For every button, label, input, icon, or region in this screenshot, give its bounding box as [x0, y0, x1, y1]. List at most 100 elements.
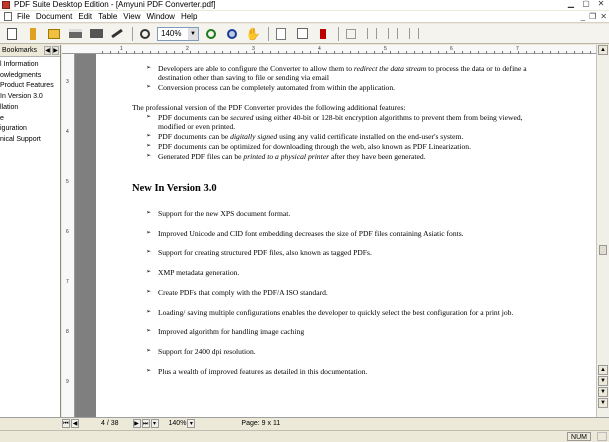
- zoom-tool-button[interactable]: [136, 26, 154, 42]
- print-button[interactable]: [66, 26, 84, 42]
- column-icon: [367, 28, 377, 39]
- scrollbar-thumb[interactable]: [599, 245, 607, 255]
- status-bar: NUM: [0, 430, 609, 441]
- close-icon[interactable]: ✕: [595, 0, 607, 9]
- ruler-number: 2: [186, 46, 189, 52]
- plain-text: after they have been generated.: [329, 152, 426, 161]
- bookmarks-header: Bookmarks ◀ ▶: [0, 45, 60, 57]
- next-page-icon[interactable]: ▼: [598, 398, 608, 408]
- bookmark-item[interactable]: Product Features: [0, 81, 60, 92]
- rectangle-button[interactable]: [342, 26, 360, 42]
- bullet-arrow-icon: ➢: [146, 288, 152, 295]
- next-page-button-icon[interactable]: ▶: [132, 419, 141, 428]
- zoom-out-button[interactable]: [223, 26, 241, 42]
- doc-restore-icon[interactable]: ❐: [589, 12, 596, 21]
- bullet-text: Create PDFs that comply with the PDF/A I…: [158, 288, 328, 297]
- menu-edit[interactable]: Edit: [78, 11, 92, 23]
- note-button[interactable]: [293, 26, 311, 42]
- scroll-down-icon[interactable]: ▼: [598, 387, 608, 397]
- first-page-icon[interactable]: ⏮: [62, 419, 70, 428]
- chevron-right-icon[interactable]: ▶: [52, 46, 59, 55]
- bookmarks-panel: Bookmarks ◀ ▶ l Information owledgments …: [0, 45, 61, 417]
- menu-help[interactable]: Help: [181, 11, 197, 23]
- zoom-in-button[interactable]: [202, 26, 220, 42]
- zoom-menu-icon[interactable]: ▾: [187, 419, 196, 428]
- pen-button[interactable]: [108, 26, 126, 42]
- zoom-select[interactable]: 140% ▼: [157, 26, 199, 41]
- page-indicator[interactable]: 4 / 38: [101, 420, 119, 427]
- table-button[interactable]: [405, 26, 423, 42]
- bullet-arrow-icon: ➢: [146, 65, 152, 71]
- toolbar-separator: [132, 26, 133, 41]
- minimize-icon[interactable]: ▁: [565, 0, 577, 9]
- bullet-arrow-icon: ➢: [146, 84, 152, 90]
- menu-view[interactable]: View: [123, 11, 140, 23]
- app-icon: [2, 1, 10, 9]
- bullet-text: Support for the new XPS document format.: [158, 209, 290, 218]
- doc-close-icon[interactable]: ✕: [600, 12, 607, 21]
- bullet-text: Plus a wealth of improved features as de…: [158, 367, 367, 376]
- document-icon: [4, 12, 12, 21]
- maximize-icon[interactable]: ▢: [580, 0, 592, 9]
- page-margin: [76, 54, 96, 417]
- resize-grip-icon[interactable]: [597, 432, 607, 441]
- ruler-number: 7: [66, 279, 69, 285]
- folder-icon: [48, 28, 60, 39]
- title-bar: PDF Suite Desktop Edition - [Amyuni PDF …: [0, 0, 609, 10]
- bullet-continuation: destination other than saving to file or…: [158, 73, 330, 82]
- chevron-down-icon[interactable]: ▼: [188, 27, 198, 40]
- bookmark-item[interactable]: In Version 3.0: [0, 92, 60, 103]
- last-page-icon[interactable]: ⏭: [141, 419, 150, 428]
- bullet-arrow-icon: ➢: [146, 249, 152, 256]
- bookmarks-list: l Information owledgments Product Featur…: [0, 57, 60, 146]
- nav-menu-icon[interactable]: ▾: [150, 419, 159, 428]
- row-icon: [388, 28, 398, 39]
- plain-text: PDF documents can be: [158, 132, 231, 141]
- open-button[interactable]: [45, 26, 63, 42]
- document-window-controls: _ ❐ ✕: [581, 12, 607, 21]
- fax-button[interactable]: [87, 26, 105, 42]
- menu-document[interactable]: Document: [36, 11, 72, 23]
- doc-minimize-icon[interactable]: _: [581, 12, 585, 21]
- chevron-left-icon[interactable]: ◀: [44, 46, 51, 55]
- menu-table[interactable]: Table: [98, 11, 117, 23]
- zoom-out-icon: [227, 28, 237, 39]
- row-button[interactable]: [384, 26, 402, 42]
- plain-text: Improved Unicode and CID font embedding …: [158, 228, 464, 238]
- menu-file[interactable]: File: [17, 11, 30, 23]
- bullet-text: Developers are able to configure the Con…: [158, 64, 527, 73]
- magnifier-icon: [140, 28, 150, 39]
- bookmark-item[interactable]: owledgments: [0, 71, 60, 82]
- bookmark-item[interactable]: l Information: [0, 60, 60, 71]
- window-controls: ▁ ▢ ✕: [565, 0, 607, 9]
- plain-text: Improved algorithm for handling image ca…: [158, 327, 305, 337]
- pro-feature-bullet: ➢ PDF documents can be digitally signed u…: [146, 132, 586, 141]
- document-viewer[interactable]: 1 2 3 4 5 6 7 3 4 5 6 7 8 9 ➢ Developers are able to …: [62, 45, 596, 417]
- hand-icon: ✋: [245, 26, 261, 41]
- stamp-button[interactable]: [272, 26, 290, 42]
- table-icon: [409, 28, 419, 39]
- bookmark-item[interactable]: nical Support: [0, 135, 60, 146]
- scroll-up-icon[interactable]: ▲: [598, 45, 608, 55]
- column-button[interactable]: [363, 26, 381, 42]
- page-up-icon[interactable]: ▲: [598, 365, 608, 375]
- plain-text: Create PDFs that comply with the PDF/A I…: [158, 287, 328, 297]
- highlight-icon: [320, 28, 326, 39]
- previous-page-icon[interactable]: ◀: [71, 419, 79, 428]
- highlight-button[interactable]: [314, 26, 332, 42]
- new-feature-bullet: ➢ Support for 2400 dpi resolution.: [146, 347, 586, 356]
- menu-window[interactable]: Window: [146, 11, 174, 23]
- bookmark-item[interactable]: iguration: [0, 124, 60, 135]
- page-navigation-bar: ⏮ ◀ 4 / 38 ▶ ⏭ ▾ 140% ▾ Page: 9 x 11: [0, 417, 609, 429]
- bullet-text: PDF documents can be optimized for downl…: [158, 142, 471, 151]
- emphasis-text: printed to a physical printer: [243, 152, 330, 161]
- bookmark-button[interactable]: [24, 26, 42, 42]
- vertical-scrollbar[interactable]: ▲ ▲ ▼ ▼ ▼: [596, 45, 609, 417]
- hand-tool-button[interactable]: ✋: [244, 26, 262, 42]
- new-document-button[interactable]: [3, 26, 21, 42]
- document-page[interactable]: ➢ Developers are able to configure the Co…: [96, 54, 596, 417]
- section-heading: New In Version 3.0: [132, 183, 217, 194]
- bookmark-item[interactable]: llation: [0, 103, 60, 114]
- page-down-icon[interactable]: ▼: [598, 376, 608, 386]
- bookmark-item[interactable]: e: [0, 114, 60, 125]
